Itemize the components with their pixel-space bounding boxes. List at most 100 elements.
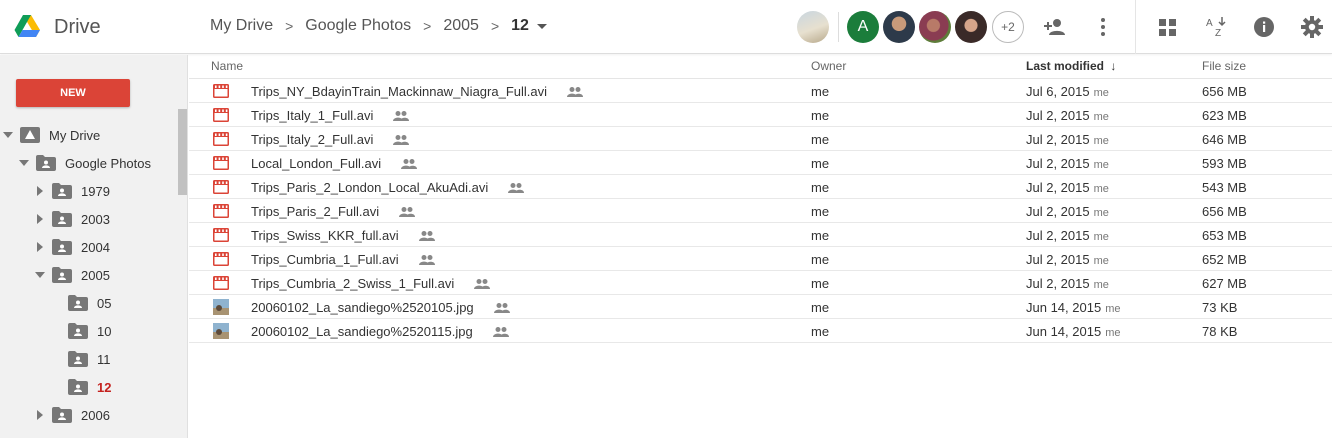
file-name-text: Trips_Paris_2_Full.avi	[251, 204, 380, 219]
column-header-last-modified[interactable]: Last modified ↓	[1026, 55, 1116, 79]
breadcrumb-my-drive[interactable]: My Drive	[210, 17, 273, 35]
expand-arrow-right-icon[interactable]	[34, 409, 46, 421]
sidebar-item-2004[interactable]: 2004	[34, 235, 110, 259]
sidebar-item-12[interactable]: 12	[50, 375, 111, 399]
new-button[interactable]: NEW	[16, 79, 130, 107]
sidebar-scrollbar[interactable]	[178, 109, 187, 195]
modified-by: me	[1093, 207, 1109, 219]
sidebar-item-2003[interactable]: 2003	[34, 207, 110, 231]
file-row[interactable]: Trips_Italy_2_Full.avi me Jul 2, 2015 me 646…	[189, 127, 1332, 151]
file-name: Trips_Italy_1_Full.avi	[251, 108, 410, 123]
file-owner: me	[811, 108, 830, 123]
file-last-modified: Jul 2, 2015 me	[1026, 204, 1109, 219]
info-icon[interactable]	[1251, 14, 1277, 40]
folder-shared-icon	[52, 407, 72, 423]
sidebar-item-2005[interactable]: 2005	[34, 263, 110, 287]
expand-arrow-right-icon[interactable]	[34, 241, 46, 253]
sidebar-item-label: 05	[97, 295, 112, 311]
modified-date: Jul 2, 2015	[1026, 108, 1090, 123]
file-row[interactable]: 20060102_La_sandiego%2520115.jpg me Jun 14…	[189, 319, 1332, 343]
folder-shared-icon	[52, 239, 72, 255]
file-row[interactable]: Trips_Paris_2_Full.avi me Jul 2, 2015 me 656…	[189, 199, 1332, 223]
file-name: Trips_Cumbria_1_Full.avi	[251, 252, 435, 267]
video-file-icon	[213, 180, 229, 194]
expand-arrow-down-icon[interactable]	[34, 269, 46, 281]
sidebar-item-my-drive[interactable]: My Drive	[2, 123, 100, 147]
expand-arrow-down-icon[interactable]	[2, 129, 14, 141]
file-size: 543 MB	[1202, 180, 1247, 195]
sidebar-item-1979[interactable]: 1979	[34, 179, 110, 203]
collaborator-avatar[interactable]	[883, 11, 915, 43]
more-collaborators-badge[interactable]: +2	[992, 11, 1024, 43]
modified-by: me	[1093, 135, 1109, 147]
collaborator-avatar-letter[interactable]: A	[847, 11, 879, 43]
column-header-name[interactable]: Name	[211, 55, 243, 79]
grid-view-icon[interactable]	[1155, 14, 1181, 40]
settings-icon[interactable]	[1299, 14, 1325, 40]
modified-by: me	[1105, 303, 1121, 315]
collaborator-avatar[interactable]	[919, 11, 951, 43]
shared-people-icon	[492, 327, 509, 337]
collaborator-avatar[interactable]	[955, 11, 987, 43]
file-last-modified: Jul 2, 2015 me	[1026, 180, 1109, 195]
modified-date: Jul 2, 2015	[1026, 228, 1090, 243]
folder-shared-icon	[52, 211, 72, 227]
file-last-modified: Jul 2, 2015 me	[1026, 156, 1109, 171]
sidebar: NEW My Drive Google Photos 1979 2003 2004 200…	[0, 55, 188, 438]
column-header-owner[interactable]: Owner	[811, 55, 846, 79]
chevron-down-icon[interactable]	[536, 23, 547, 29]
modified-date: Jul 2, 2015	[1026, 156, 1090, 171]
sidebar-item-11[interactable]: 11	[50, 347, 111, 371]
file-row[interactable]: Trips_Italy_1_Full.avi me Jul 2, 2015 me 623…	[189, 103, 1332, 127]
file-row[interactable]: Trips_Cumbria_2_Swiss_1_Full.avi me Jul 2,…	[189, 271, 1332, 295]
file-size: 656 MB	[1202, 204, 1247, 219]
file-owner: me	[811, 276, 830, 291]
more-vert-icon[interactable]	[1090, 14, 1116, 40]
breadcrumb-2005[interactable]: 2005	[443, 17, 479, 35]
file-row[interactable]: Trips_NY_BdayinTrain_Mackinnaw_Niagra_Fu…	[189, 79, 1332, 103]
file-size: 653 MB	[1202, 228, 1247, 243]
file-row[interactable]: Local_London_Full.avi me Jul 2, 2015 me 593 …	[189, 151, 1332, 175]
file-name-text: Trips_Cumbria_1_Full.avi	[251, 252, 399, 267]
video-file-icon	[213, 108, 229, 122]
file-row[interactable]: Trips_Swiss_KKR_full.avi me Jul 2, 2015 me 6…	[189, 223, 1332, 247]
file-name: 20060102_La_sandiego%2520115.jpg	[251, 324, 509, 339]
sidebar-item-label: Google Photos	[65, 155, 152, 171]
owner-avatar[interactable]	[797, 11, 829, 43]
shared-people-icon	[399, 207, 416, 217]
sidebar-item-google-photos[interactable]: Google Photos	[18, 151, 151, 175]
folder-shared-icon	[68, 295, 88, 311]
breadcrumb-current-folder[interactable]: 12	[511, 17, 529, 35]
drive-logo-icon[interactable]	[14, 14, 40, 38]
sort-az-icon[interactable]: A Z	[1203, 14, 1229, 40]
expand-arrow-down-icon[interactable]	[18, 157, 30, 169]
video-file-icon	[213, 276, 229, 290]
sidebar-item-05[interactable]: 05	[50, 291, 111, 315]
app-name[interactable]: Drive	[54, 16, 101, 39]
file-last-modified: Jun 14, 2015 me	[1026, 324, 1120, 339]
divider	[1135, 0, 1136, 54]
add-person-icon[interactable]	[1042, 14, 1068, 40]
file-last-modified: Jul 6, 2015 me	[1026, 84, 1109, 99]
sidebar-item-2006[interactable]: 2006	[34, 403, 110, 427]
modified-date: Jul 6, 2015	[1026, 84, 1090, 99]
file-name-text: Local_London_Full.avi	[251, 156, 382, 171]
modified-by: me	[1093, 231, 1109, 243]
file-row[interactable]: 20060102_La_sandiego%2520105.jpg me Jun 14…	[189, 295, 1332, 319]
expand-arrow-right-icon[interactable]	[34, 185, 46, 197]
video-file-icon	[213, 84, 229, 98]
sidebar-item-10[interactable]: 10	[50, 319, 111, 343]
expand-arrow-right-icon[interactable]	[34, 213, 46, 225]
shared-people-icon	[493, 303, 510, 313]
breadcrumb-google-photos[interactable]: Google Photos	[305, 17, 411, 35]
shared-people-icon	[418, 255, 435, 265]
video-file-icon	[213, 252, 229, 266]
image-file-icon	[213, 299, 229, 315]
file-name: Trips_Cumbria_2_Swiss_1_Full.avi	[251, 276, 491, 291]
file-name: Trips_Paris_2_Full.avi	[251, 204, 416, 219]
file-row[interactable]: Trips_Paris_2_London_Local_AkuAdi.avi me J…	[189, 175, 1332, 199]
column-header-file-size[interactable]: File size	[1202, 55, 1246, 79]
file-row[interactable]: Trips_Cumbria_1_Full.avi me Jul 2, 2015 me 6…	[189, 247, 1332, 271]
